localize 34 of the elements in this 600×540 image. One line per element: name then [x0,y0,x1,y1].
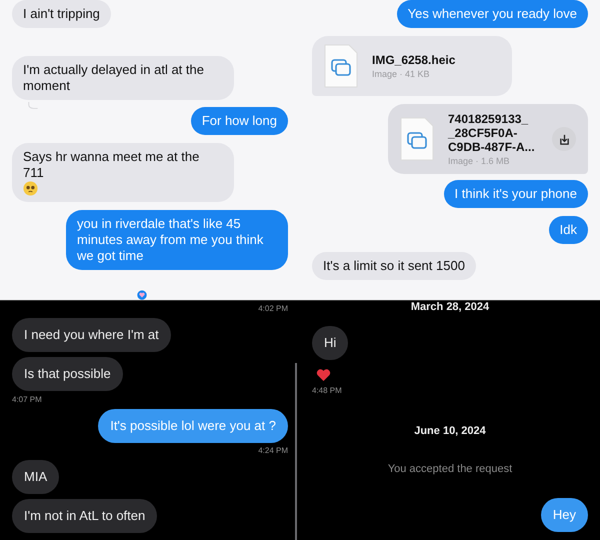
message-text: Is that possible [24,366,111,381]
timestamp: 4:24 PM [258,446,288,455]
message-text: Says hr wanna meet me at the 711 [23,148,200,180]
message-text: I ain't tripping [23,6,100,21]
file-name: 74018259133_ _28CF5F0A- C9DB-487F-A... [448,112,536,154]
file-attachment[interactable]: IMG_6258.heic Image · 41 KB [312,36,512,96]
timestamp: 4:02 PM [258,304,288,313]
image-file-icon [400,117,434,161]
message-text: Idk [560,222,577,237]
message-text: I'm not in AtL to often [24,508,146,523]
message-text: For how long [202,112,277,128]
date-header: March 28, 2024 [410,301,490,313]
image-file-icon [324,44,358,88]
timestamp: 4:07 PM [12,395,42,404]
date-header: June 10, 2024 [414,425,486,437]
message-text: Hi [324,335,336,350]
save-button[interactable] [552,127,576,151]
heart-icon [316,368,331,382]
message-text: I need you where I'm at [24,327,159,342]
message-text: It's possible lol were you at ? [110,418,276,433]
download-icon [558,134,570,144]
file-attachment[interactable]: 74018259133_ _28CF5F0A- C9DB-487F-A... Image · 1.6 MB [388,104,588,174]
file-details: Image · 41 KB [372,69,431,79]
timestamp: 4:48 PM [312,386,342,395]
message-text: I'm actually delayed in atl at the moment [23,62,204,93]
message-text: you in riverdale that's like 45 minutes away from me you think we got time [77,216,264,263]
message-text: Yes whenever you ready love [408,6,577,21]
system-notice: You accepted the request [388,463,512,475]
message-text: It's a limit so it sent 1500 [323,258,465,273]
file-name: IMG_6258.heic [372,53,456,67]
message-text: I think it's your phone [454,186,577,201]
message-text: Hey [552,507,576,522]
message-text: MIA [24,469,48,484]
file-details: Image · 1.6 MB [448,156,511,166]
